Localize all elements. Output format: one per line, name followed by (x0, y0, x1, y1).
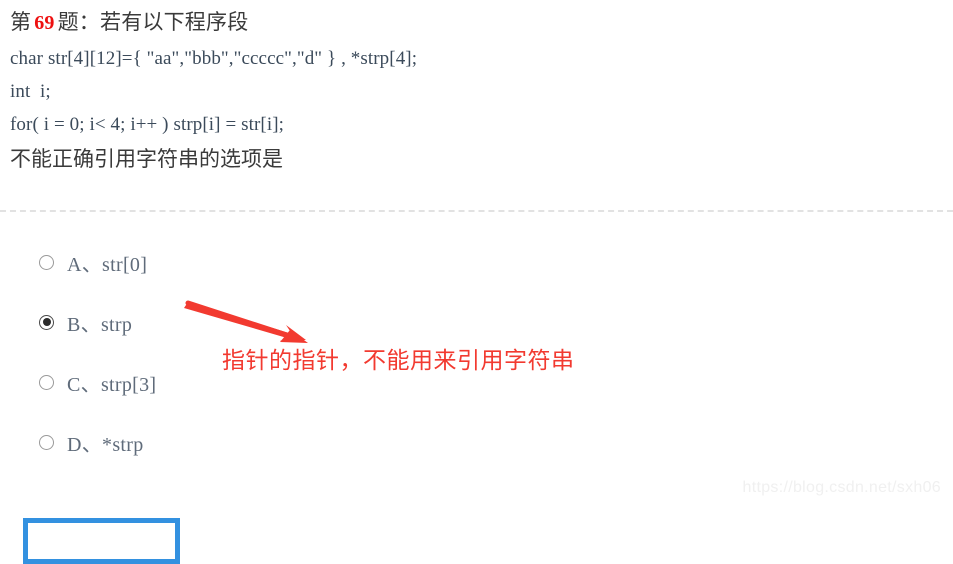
question-suffix: 题：若有以下程序段 (57, 11, 249, 34)
radio-checked-icon-b[interactable] (39, 314, 54, 330)
section-divider (0, 210, 953, 212)
option-row-a[interactable]: A、str[0] (23, 232, 523, 292)
option-label-d: D、*strp (67, 433, 144, 456)
question-page: 第 69 题：若有以下程序段 char str[4][12]={ "aa","bbb… (0, 0, 953, 564)
option-row-d[interactable]: D、*strp (23, 412, 523, 472)
question-title: 第 69 题：若有以下程序段 (10, 8, 940, 38)
selected-answer-highlight-box (23, 518, 180, 564)
code-line-3: for( i = 0; i< 4; i++ ) strp[i] = str[i]… (10, 114, 285, 135)
watermark: https://blog.csdn.net/sxh06 (742, 479, 941, 496)
question-number: 69 (34, 12, 55, 34)
radio-unchecked-icon-c[interactable] (39, 374, 54, 390)
radio-unchecked-icon-d[interactable] (39, 434, 54, 450)
option-label-a: A、str[0] (67, 253, 148, 276)
radio-unchecked-icon-a[interactable] (39, 254, 54, 270)
code-line-2: int i; (10, 81, 51, 102)
annotation-text: 指针的指针，不能用来引用字符串 (222, 347, 575, 373)
question-stem: 第 69 题：若有以下程序段 char str[4][12]={ "aa","bbb… (10, 8, 940, 175)
question-tail: 不能正确引用字符串的选项是 (10, 148, 283, 171)
option-label-b: B、strp (67, 313, 133, 336)
question-prefix: 第 (10, 11, 32, 34)
option-label-c: C、strp[3] (67, 373, 157, 396)
code-line-1: char str[4][12]={ "aa","bbb","ccccc","d"… (10, 48, 418, 69)
